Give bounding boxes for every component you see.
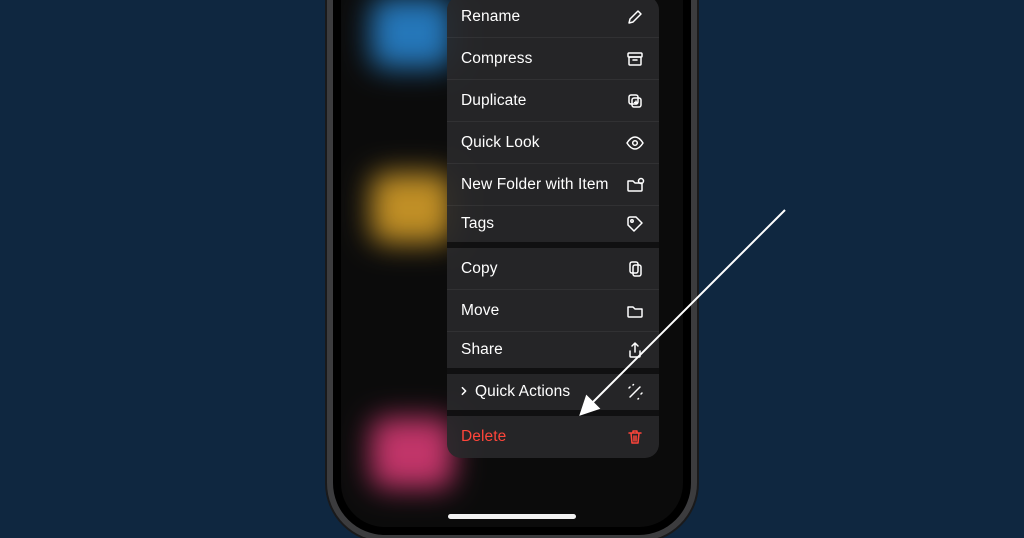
tag-icon [625,214,645,234]
menu-item-tags[interactable]: Tags [447,206,659,248]
eye-icon [625,133,645,153]
menu-item-quick-actions[interactable]: Quick Actions [447,374,659,416]
archivebox-icon [625,49,645,69]
menu-item-delete[interactable]: Delete [447,416,659,458]
folder-plus-icon [625,175,645,195]
folder-blob-pink [371,418,453,488]
folder-blob-blue [371,0,453,68]
menu-item-label: Copy [461,260,625,278]
menu-item-copy[interactable]: Copy [447,248,659,290]
menu-item-duplicate[interactable]: Duplicate [447,80,659,122]
wand-icon [625,382,645,402]
pencil-icon [625,7,645,27]
menu-item-label: Delete [461,428,625,446]
menu-item-label: Rename [461,8,625,26]
share-icon [625,340,645,360]
phone-screen: Rename Compress Duplicate Quick Look [341,0,683,527]
context-menu: Rename Compress Duplicate Quick Look [447,0,659,458]
menu-item-quick-look[interactable]: Quick Look [447,122,659,164]
menu-item-label: Compress [461,50,625,68]
menu-item-rename[interactable]: Rename [447,0,659,38]
folder-blob-yellow [371,173,453,243]
menu-item-label: Duplicate [461,92,625,110]
folder-icon [625,301,645,321]
chevron-right-icon [457,383,471,401]
menu-item-new-folder[interactable]: New Folder with Item [447,164,659,206]
trash-icon [625,427,645,447]
menu-item-label: Quick Actions [475,383,625,401]
menu-item-compress[interactable]: Compress [447,38,659,80]
phone-frame: Rename Compress Duplicate Quick Look [333,0,691,535]
menu-item-label: Share [461,341,625,359]
menu-item-label: Move [461,302,625,320]
home-indicator[interactable] [448,514,576,519]
duplicate-icon [625,91,645,111]
menu-item-move[interactable]: Move [447,290,659,332]
copy-doc-icon [625,259,645,279]
menu-item-label: Quick Look [461,134,625,152]
menu-item-label: Tags [461,215,625,233]
menu-item-label: New Folder with Item [461,176,625,194]
menu-item-share[interactable]: Share [447,332,659,374]
